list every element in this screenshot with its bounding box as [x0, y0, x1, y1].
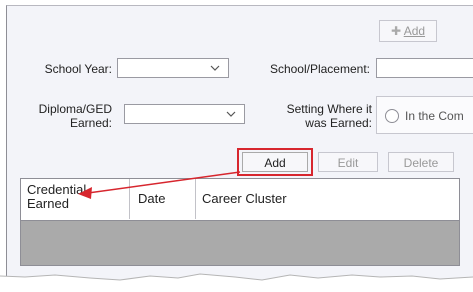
school-year-label: School Year: — [44, 62, 112, 76]
grid-delete-button[interactable]: Delete — [388, 152, 454, 172]
school-placement-label: School/Placement: — [269, 62, 370, 76]
torn-edge — [0, 273, 473, 292]
credential-grid: Credential Earned Date Career Cluster — [20, 178, 460, 266]
radio-label[interactable]: In the Com — [405, 109, 464, 123]
setting-label: Setting Where it was Earned: — [286, 102, 372, 130]
chevron-down-icon — [210, 65, 220, 71]
plus-icon: ✚ — [390, 24, 402, 38]
diploma-select[interactable] — [124, 104, 245, 124]
radio-button[interactable] — [385, 109, 399, 123]
diploma-label: Diploma/GED Earned: — [38, 102, 112, 130]
setting-radio-group: In the Com — [376, 96, 473, 134]
annotation-highlight-box — [237, 148, 313, 176]
column-header-credential[interactable]: Credential Earned — [21, 179, 130, 219]
top-add-button[interactable]: ✚ Add — [379, 20, 437, 42]
school-placement-field[interactable] — [376, 58, 473, 78]
grid-body — [21, 220, 459, 265]
school-year-select[interactable] — [117, 58, 229, 78]
chevron-down-icon — [226, 111, 236, 117]
grid-edit-button[interactable]: Edit — [318, 152, 378, 172]
column-header-date[interactable]: Date — [130, 179, 196, 219]
column-header-career-cluster[interactable]: Career Cluster — [196, 179, 459, 219]
